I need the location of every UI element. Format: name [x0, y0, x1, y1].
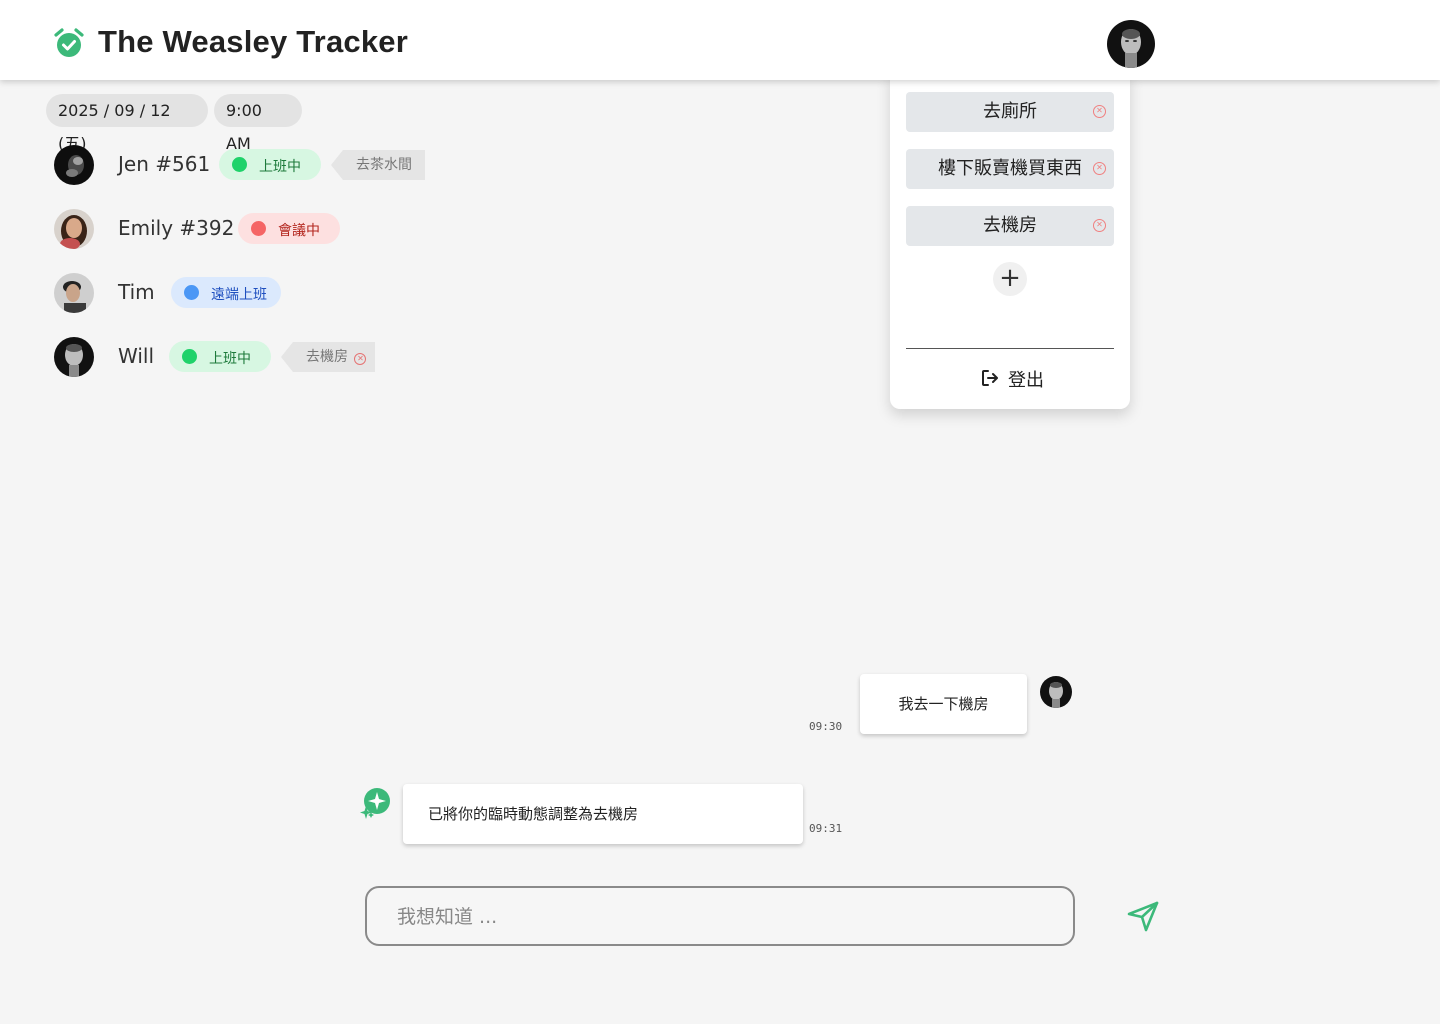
member-name: Jen #561: [118, 152, 211, 176]
chat-input[interactable]: [397, 902, 1047, 932]
member-name: Will: [118, 344, 155, 368]
quick-status-label: 去廁所: [983, 101, 1037, 122]
temp-status-tag: 去茶水間: [331, 150, 425, 180]
date-chip: 2025 / 09 / 12 (五): [46, 94, 208, 153]
user-avatar-button[interactable]: [1107, 20, 1155, 68]
temp-status-label: 去茶水間: [356, 157, 412, 173]
remove-temp-status-icon[interactable]: ✕: [354, 353, 367, 365]
user-message: 我去一下機房: [860, 674, 1027, 734]
chat-input-box: [365, 886, 1075, 946]
avatar: [54, 337, 94, 377]
temp-status-label: 去機房: [306, 349, 348, 365]
status-dot: [184, 285, 199, 300]
quick-status-label: 樓下販賣機買東西: [938, 158, 1082, 179]
status-label: 遠端上班: [211, 287, 267, 303]
ai-sparkle-icon: [360, 788, 390, 819]
member-name: Tim: [118, 280, 155, 304]
status-label: 上班中: [209, 351, 251, 367]
bot-message: 已將你的臨時動態調整為去機房: [403, 784, 803, 844]
temp-status-tag: 去機房 ✕: [281, 342, 375, 372]
status-dot: [251, 221, 266, 236]
status-dot: [182, 349, 197, 364]
app-header: The Weasley Tracker: [0, 0, 1440, 80]
send-icon[interactable]: [1125, 898, 1161, 934]
status-badge: 遠端上班: [171, 277, 281, 308]
avatar: [54, 209, 94, 249]
quick-status-item[interactable]: 樓下販賣機買東西 ✕: [906, 149, 1114, 189]
status-label: 上班中: [259, 159, 301, 175]
remove-circle-icon[interactable]: ✕: [1093, 162, 1106, 175]
status-label: 會議中: [278, 223, 320, 239]
remove-circle-icon[interactable]: ✕: [1093, 219, 1106, 232]
add-quick-status-button[interactable]: +: [993, 262, 1027, 296]
quick-status-item[interactable]: 去廁所 ✕: [906, 92, 1114, 132]
avatar: [54, 273, 94, 313]
logout-icon: [982, 370, 998, 386]
alarm-check-icon: [54, 28, 84, 57]
member-name: Emily #392: [118, 216, 235, 240]
avatar: [54, 145, 94, 185]
logout-label: 登出: [1008, 370, 1044, 391]
time-chip: 9:00 AM: [214, 94, 302, 153]
status-badge: 上班中: [219, 149, 321, 180]
status-badge: 會議中: [238, 213, 340, 244]
remove-circle-icon[interactable]: ✕: [1093, 105, 1106, 118]
quick-status-item[interactable]: 去機房 ✕: [906, 206, 1114, 246]
message-time: 09:31: [809, 822, 843, 835]
status-badge: 上班中: [169, 341, 271, 372]
status-dot: [232, 157, 247, 172]
message-time: 09:30: [809, 720, 843, 733]
quick-status-label: 去機房: [983, 215, 1037, 236]
user-dropdown-menu: 去廁所 ✕ 樓下販賣機買東西 ✕ 去機房 ✕ + 登出: [890, 72, 1130, 409]
user-avatar: [1107, 20, 1155, 68]
avatar: [1040, 676, 1072, 708]
divider: [906, 348, 1114, 349]
app-title: The Weasley Tracker: [98, 24, 408, 59]
